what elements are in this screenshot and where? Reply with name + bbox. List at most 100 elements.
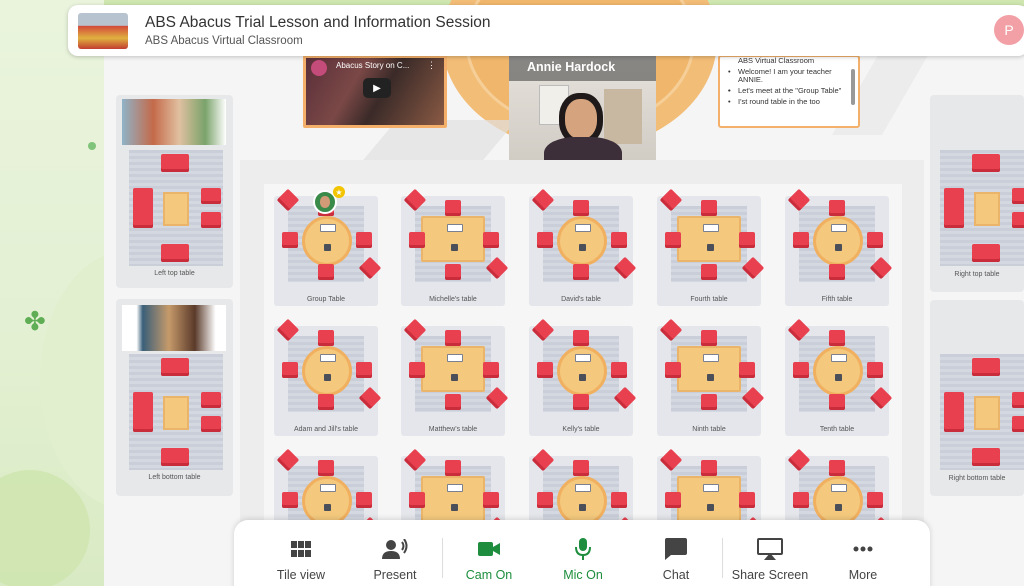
- chair[interactable]: [318, 460, 334, 476]
- chair[interactable]: [793, 362, 809, 378]
- chair[interactable]: [573, 394, 589, 410]
- table-area[interactable]: [274, 448, 382, 542]
- chair[interactable]: [133, 392, 153, 432]
- table-area[interactable]: Fourth table: [657, 188, 765, 306]
- table-area[interactable]: Ninth table: [657, 318, 765, 436]
- mic-on-button[interactable]: Mic On: [552, 520, 614, 586]
- chair[interactable]: [356, 232, 372, 248]
- chair[interactable]: [701, 394, 717, 410]
- chair[interactable]: [972, 358, 1000, 376]
- chair[interactable]: [318, 264, 334, 280]
- chair[interactable]: [161, 358, 189, 376]
- chat-button[interactable]: Chat: [645, 520, 707, 586]
- chair[interactable]: [701, 200, 717, 216]
- chair[interactable]: [483, 362, 499, 378]
- chair[interactable]: [201, 416, 221, 432]
- note-scrollbar[interactable]: [851, 69, 855, 105]
- play-icon[interactable]: ▶: [363, 78, 391, 98]
- table-area[interactable]: [529, 448, 637, 542]
- chair[interactable]: [133, 188, 153, 228]
- space-header[interactable]: ABS Abacus Trial Lesson and Information …: [68, 5, 1024, 56]
- chair[interactable]: [867, 232, 883, 248]
- chair[interactable]: [201, 188, 221, 204]
- chair[interactable]: [282, 362, 298, 378]
- chair[interactable]: [739, 232, 755, 248]
- chair[interactable]: [972, 448, 1000, 466]
- chair[interactable]: [867, 362, 883, 378]
- user-avatar[interactable]: P: [994, 15, 1024, 45]
- chair[interactable]: [573, 200, 589, 216]
- chair[interactable]: [445, 264, 461, 280]
- chair[interactable]: [573, 264, 589, 280]
- chair[interactable]: [611, 492, 627, 508]
- chair[interactable]: [356, 362, 372, 378]
- chair[interactable]: [161, 448, 189, 466]
- chair[interactable]: [665, 492, 681, 508]
- chair[interactable]: [161, 244, 189, 262]
- chair[interactable]: [611, 362, 627, 378]
- chair[interactable]: [161, 154, 189, 172]
- chair[interactable]: [409, 492, 425, 508]
- chair[interactable]: [665, 232, 681, 248]
- chair[interactable]: [972, 154, 1000, 172]
- table-area[interactable]: Matthew's table: [401, 318, 509, 436]
- chair[interactable]: [318, 394, 334, 410]
- chair[interactable]: [1012, 188, 1024, 204]
- chair[interactable]: [665, 362, 681, 378]
- chair[interactable]: [445, 330, 461, 346]
- table-area[interactable]: [785, 448, 893, 542]
- chair[interactable]: [701, 460, 717, 476]
- chair[interactable]: [829, 394, 845, 410]
- chair[interactable]: [445, 200, 461, 216]
- table-area[interactable]: Adam and Jill's table: [274, 318, 382, 436]
- chair[interactable]: [944, 392, 964, 432]
- chair[interactable]: [201, 392, 221, 408]
- chat-note[interactable]: ABS Virtual Classroom Welcome! I am your…: [718, 55, 860, 128]
- chair[interactable]: [537, 492, 553, 508]
- table-area[interactable]: Fifth table: [785, 188, 893, 306]
- more-vert-icon[interactable]: ⋮: [427, 60, 436, 71]
- chair[interactable]: [445, 460, 461, 476]
- share-screen-button[interactable]: Share Screen: [730, 520, 810, 586]
- chair[interactable]: [867, 492, 883, 508]
- chair[interactable]: [829, 460, 845, 476]
- chair[interactable]: [944, 188, 964, 228]
- chair[interactable]: [793, 232, 809, 248]
- chair[interactable]: [409, 362, 425, 378]
- chair[interactable]: [282, 492, 298, 508]
- chair[interactable]: [1012, 212, 1024, 228]
- chair[interactable]: [409, 232, 425, 248]
- chair[interactable]: [445, 394, 461, 410]
- embedded-video[interactable]: Abacus Story on C... ⋮ ▶: [303, 55, 447, 128]
- table-area[interactable]: David's table: [529, 188, 637, 306]
- chair[interactable]: [282, 232, 298, 248]
- chair[interactable]: [739, 362, 755, 378]
- chair[interactable]: [701, 330, 717, 346]
- table-area[interactable]: [401, 448, 509, 542]
- chair[interactable]: [972, 244, 1000, 262]
- chair[interactable]: [611, 232, 627, 248]
- chair[interactable]: [1012, 392, 1024, 408]
- cam-on-button[interactable]: Cam On: [458, 520, 520, 586]
- table-area[interactable]: [657, 448, 765, 542]
- table-area[interactable]: Tenth table: [785, 318, 893, 436]
- chair[interactable]: [701, 264, 717, 280]
- chair[interactable]: [739, 492, 755, 508]
- chair[interactable]: [829, 264, 845, 280]
- chair[interactable]: [1012, 416, 1024, 432]
- chair[interactable]: [537, 362, 553, 378]
- more-button[interactable]: More: [832, 520, 894, 586]
- table-area[interactable]: Michelle's table: [401, 188, 509, 306]
- chair[interactable]: [793, 492, 809, 508]
- chair[interactable]: [318, 330, 334, 346]
- chair[interactable]: [573, 460, 589, 476]
- chair[interactable]: [573, 330, 589, 346]
- chair[interactable]: [483, 492, 499, 508]
- chair[interactable]: [483, 232, 499, 248]
- table-area[interactable]: Kelly's table: [529, 318, 637, 436]
- presenter-video[interactable]: Annie Hardock: [509, 55, 656, 165]
- chair[interactable]: [829, 330, 845, 346]
- chair[interactable]: [201, 212, 221, 228]
- chair[interactable]: [356, 492, 372, 508]
- present-button[interactable]: Present: [364, 520, 426, 586]
